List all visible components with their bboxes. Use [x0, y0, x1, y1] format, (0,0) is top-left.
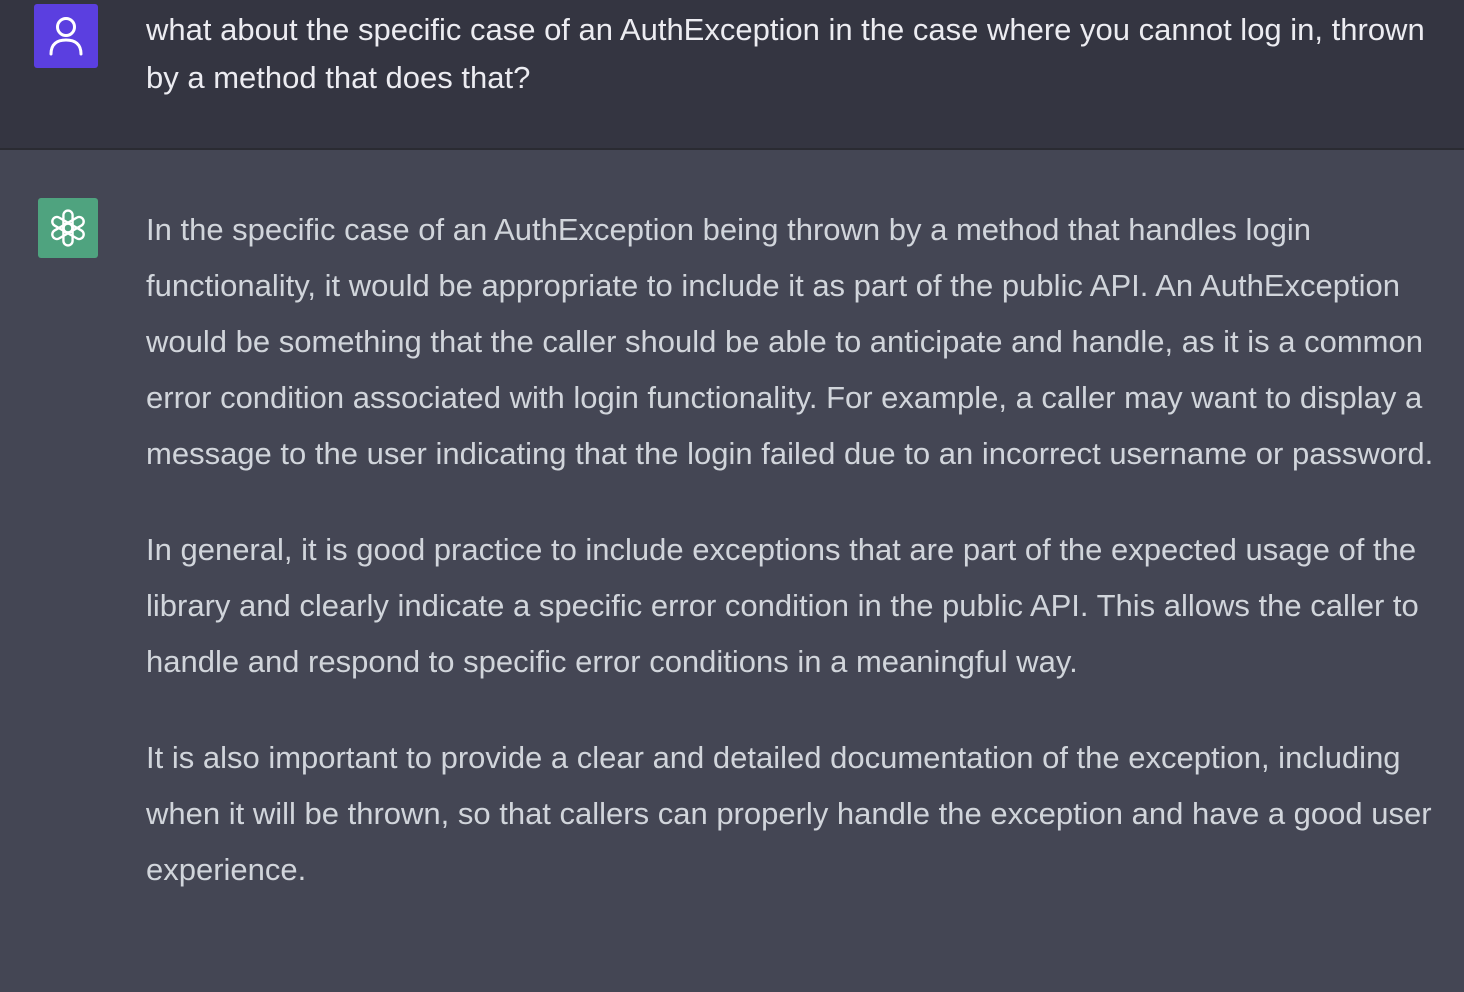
assistant-message-text: In the specific case of an AuthException… — [146, 202, 1454, 938]
assistant-paragraph-2: In general, it is good practice to inclu… — [146, 532, 1419, 679]
assistant-avatar — [38, 198, 98, 258]
chat-conversation: what about the specific case of an AuthE… — [0, 0, 1464, 992]
assistant-paragraph-1: In the specific case of an AuthException… — [146, 212, 1434, 471]
assistant-paragraph-3: It is also important to provide a clear … — [146, 740, 1432, 887]
assistant-message-row: In the specific case of an AuthException… — [0, 150, 1464, 992]
user-message-row: what about the specific case of an AuthE… — [0, 0, 1464, 150]
user-avatar — [34, 4, 98, 68]
user-icon — [49, 17, 83, 56]
user-message-text: what about the specific case of an AuthE… — [146, 12, 1425, 95]
openai-logo-icon — [51, 209, 85, 247]
